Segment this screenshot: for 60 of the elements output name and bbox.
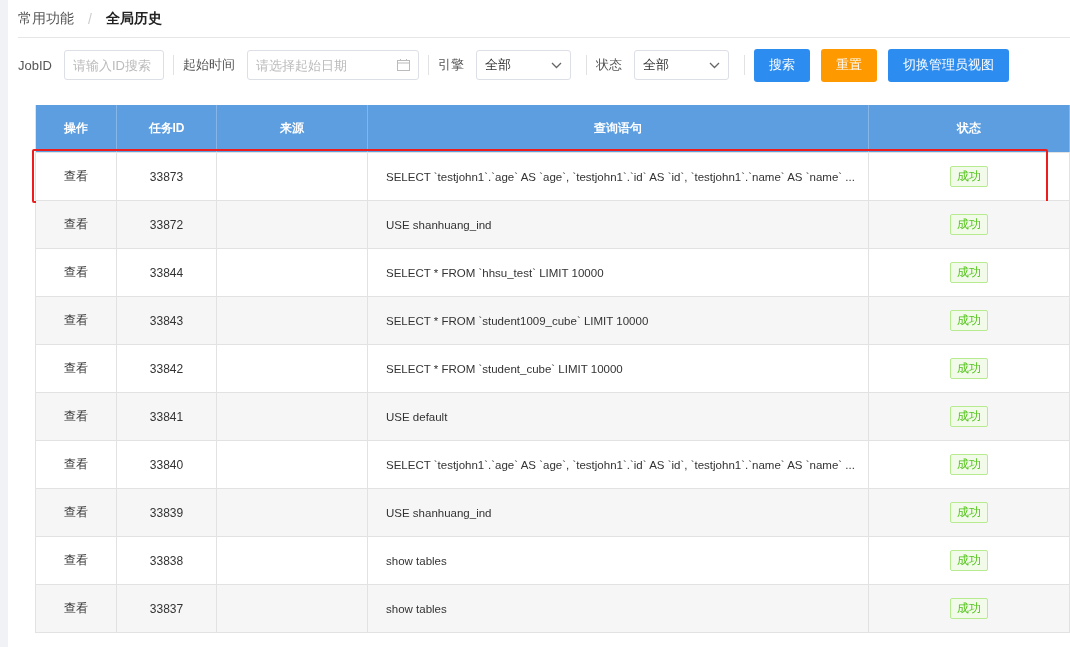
query-text: SELECT `testjohn1`.`age` AS `age`, `testjohn1`.`id` AS `id`, `testjohn1`.`name` AS `name` ... — [386, 170, 855, 183]
status-tag: 成功 — [950, 454, 988, 475]
query-text: SELECT * FROM `student_cube` LIMIT 10000 — [386, 362, 623, 375]
view-link[interactable]: 查看 — [64, 600, 88, 617]
calendar-icon — [396, 59, 410, 71]
view-link[interactable]: 查看 — [64, 168, 88, 185]
status-tag: 成功 — [950, 358, 988, 379]
column-header: 状态 — [869, 105, 1070, 152]
date-input[interactable]: 请选择起始日期 — [255, 57, 397, 73]
status-tag: 成功 — [950, 406, 988, 427]
query-text: SELECT `testjohn1`.`age` AS `age`, `testjohn1`.`id` AS `id`, `testjohn1`.`name` AS `name` ... — [386, 458, 855, 471]
view-link[interactable]: 查看 — [64, 408, 88, 425]
chevron-down-icon — [708, 61, 720, 69]
column-header: 任务ID — [117, 105, 217, 152]
select-field[interactable]: 全部 — [633, 50, 729, 80]
status-tag: 成功 — [950, 262, 988, 283]
status-tag: 成功 — [950, 310, 988, 331]
column-header: 查询语句 — [368, 105, 869, 152]
query-text: show tables — [386, 554, 447, 567]
view-link[interactable]: 查看 — [64, 264, 88, 281]
view-link[interactable]: 查看 — [64, 456, 88, 473]
query-text: show tables — [386, 602, 447, 615]
query-text: SELECT * FROM `hhsu_test` LIMIT 10000 — [386, 266, 604, 279]
column-header: 来源 — [217, 105, 368, 152]
query-text: USE shanhuang_ind — [386, 218, 492, 231]
id-search-field[interactable]: 请输入ID搜索 — [63, 50, 164, 80]
breadcrumb-separator: / — [88, 10, 92, 27]
query-text: USE default — [386, 410, 448, 423]
table-cell: 33873 — [149, 169, 184, 184]
view-link[interactable]: 查看 — [64, 552, 88, 569]
table-cell: 33844 — [149, 265, 184, 280]
status-tag: 成功 — [950, 598, 988, 619]
status-tag: 成功 — [950, 214, 988, 235]
date-picker-field[interactable]: 请选择起始日期 — [246, 50, 419, 80]
table-cell: 33837 — [149, 601, 184, 616]
view-link[interactable]: 查看 — [64, 504, 88, 521]
chevron-down-icon — [550, 61, 562, 69]
view-link[interactable]: 查看 — [64, 360, 88, 377]
table-cell: 33872 — [149, 217, 184, 232]
table-cell: 33839 — [149, 505, 184, 520]
table-cell: 33842 — [149, 361, 184, 376]
column-header: 操作 — [36, 105, 117, 152]
status-tag: 成功 — [950, 166, 988, 187]
filter-label: 引擎 — [437, 56, 464, 74]
table-cell: 33838 — [149, 553, 184, 568]
view-link[interactable]: 查看 — [64, 216, 88, 233]
status-tag: 成功 — [950, 502, 988, 523]
breadcrumb-item: 全局历史 — [105, 9, 162, 28]
select-field[interactable]: 全部 — [475, 50, 571, 80]
status-tag: 成功 — [950, 550, 988, 571]
table-cell: 33840 — [149, 457, 184, 472]
query-text: SELECT * FROM `student1009_cube` LIMIT 10000 — [386, 314, 649, 327]
filter-label: 状态 — [595, 56, 622, 74]
filter-label: JobID — [18, 57, 52, 73]
query-text: USE shanhuang_ind — [386, 506, 492, 519]
breadcrumb-item[interactable]: 常用功能 — [18, 9, 74, 28]
view-link[interactable]: 查看 — [64, 312, 88, 329]
table-cell: 33841 — [149, 409, 184, 424]
table-cell: 33843 — [149, 313, 184, 328]
filter-label: 起始时间 — [182, 56, 235, 74]
